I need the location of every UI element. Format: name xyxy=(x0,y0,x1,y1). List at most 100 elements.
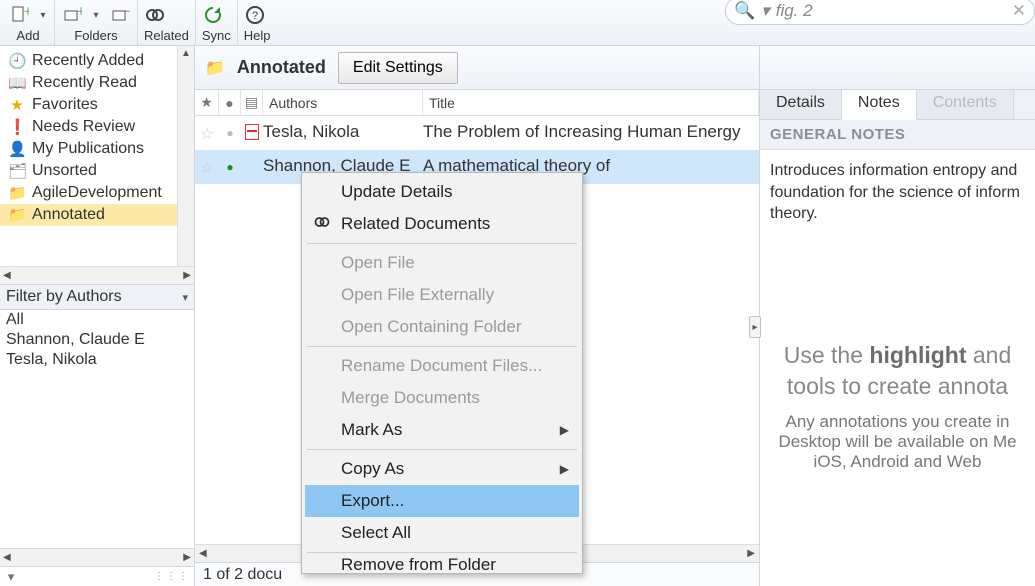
search-box[interactable]: 🔍 ▾ fig. 2 ✕ xyxy=(725,0,1035,25)
row-star-icon[interactable]: ☆ xyxy=(195,156,219,178)
sidebar-item-recently-added[interactable]: 🕘 Recently Added xyxy=(0,50,194,72)
folder-icon: 📁 xyxy=(8,206,26,224)
column-headers: ★ ● ▤ Authors Title xyxy=(195,90,759,116)
col-doc[interactable]: ▤ xyxy=(241,90,263,115)
edit-settings-button[interactable]: Edit Settings xyxy=(338,52,458,84)
filter-list: All Shannon, Claude E Tesla, Nikola ◀▶ xyxy=(0,310,194,566)
folder-add-icon[interactable]: ＋ xyxy=(61,4,83,26)
row-author: Tesla, Nikola xyxy=(263,122,423,142)
related-icon xyxy=(311,213,333,236)
search-clear-icon[interactable]: ✕ xyxy=(1012,1,1026,21)
sidebar-item-unsorted[interactable]: 🗂 Unsorted xyxy=(0,160,194,182)
svg-text:＋: ＋ xyxy=(76,7,82,18)
toolbar-group-folders: ＋ ▾ － Folders xyxy=(55,0,138,45)
col-authors[interactable]: Authors xyxy=(263,90,423,115)
toolbar-group-help: ? Help xyxy=(238,0,277,45)
folder-header: 📁 Annotated Edit Settings xyxy=(195,46,759,90)
context-menu: Update Details Related Documents Open Fi… xyxy=(301,172,583,574)
dropdown-icon: ▾ xyxy=(182,291,188,304)
main-toolbar: ＋ ▾ Add ＋ ▾ － Folders Related xyxy=(0,0,1035,46)
book-icon: 📖 xyxy=(8,74,26,92)
tab-contents[interactable]: Contents xyxy=(917,90,1014,119)
tray-icon: 🗂 xyxy=(8,162,26,180)
add-file-icon[interactable]: ＋ xyxy=(8,4,30,26)
general-notes-body[interactable]: Introduces information entropy and found… xyxy=(760,150,1035,330)
sidebar-item-favorites[interactable]: ★ Favorites xyxy=(0,94,194,116)
svg-text:＋: ＋ xyxy=(23,7,29,18)
filter-hscrollbar[interactable]: ◀▶ xyxy=(0,548,194,566)
row-pdf-icon[interactable] xyxy=(241,122,263,143)
sidebar-item-label: My Publications xyxy=(32,140,144,158)
col-star[interactable]: ★ xyxy=(195,90,219,115)
filter-header[interactable]: Filter by Authors ▾ xyxy=(0,284,194,310)
panel-collapse-icon[interactable]: ▸ xyxy=(749,316,761,338)
details-panel: Details Notes Contents GENERAL NOTES Int… xyxy=(760,46,1035,586)
toolbar-label-help: Help xyxy=(244,28,271,43)
ctx-open-containing-folder: Open Containing Folder xyxy=(305,311,579,343)
person-icon: 👤 xyxy=(8,140,26,158)
sidebar-hscrollbar[interactable]: ◀▶ xyxy=(0,266,194,284)
tab-notes[interactable]: Notes xyxy=(842,90,917,120)
ctx-label: Remove from Folder xyxy=(341,556,496,570)
sidebar-vscrollbar[interactable]: ▲ xyxy=(177,46,194,266)
related-icon[interactable] xyxy=(144,4,166,26)
promo-text: tools to create annota xyxy=(787,373,1008,399)
promo-text: iOS, Android and Web xyxy=(770,452,1025,472)
add-dropdown-icon[interactable]: ▾ xyxy=(38,10,48,21)
sidebar-item-agile[interactable]: 📁 AgileDevelopment xyxy=(0,182,194,204)
col-title[interactable]: Title xyxy=(423,90,759,115)
help-icon[interactable]: ? xyxy=(244,4,266,26)
sidebar-item-label: AgileDevelopment xyxy=(32,184,162,202)
sync-icon[interactable] xyxy=(202,4,224,26)
ctx-merge-documents: Merge Documents xyxy=(305,382,579,414)
folder-dropdown-icon[interactable]: ▾ xyxy=(91,10,101,21)
sidebar-item-annotated[interactable]: 📁 Annotated xyxy=(0,204,194,226)
sidebar-item-recently-read[interactable]: 📖 Recently Read xyxy=(0,72,194,94)
row-read-icon[interactable]: ● xyxy=(219,156,241,174)
sidebar-item-label: Recently Added xyxy=(32,52,144,70)
sidebar-item-label: Recently Read xyxy=(32,74,137,92)
ctx-label: Copy As xyxy=(341,459,404,479)
folder-remove-icon[interactable]: － xyxy=(109,4,131,26)
toolbar-label-add: Add xyxy=(8,28,48,43)
sidebar-item-my-publications[interactable]: 👤 My Publications xyxy=(0,138,194,160)
filter-row-author[interactable]: Shannon, Claude E xyxy=(0,330,194,350)
ctx-export[interactable]: Export... xyxy=(305,485,579,517)
ctx-select-all[interactable]: Select All xyxy=(305,517,579,549)
ctx-update-details[interactable]: Update Details xyxy=(305,176,579,208)
alert-icon: ❗ xyxy=(8,118,26,136)
search-icon: 🔍 xyxy=(734,1,755,21)
toolbar-label-related: Related xyxy=(144,28,189,43)
svg-text:?: ? xyxy=(252,10,258,22)
promo-text: Any annotations you create in xyxy=(770,412,1025,432)
sidebar-item-label: Unsorted xyxy=(32,162,97,180)
tab-details[interactable]: Details xyxy=(760,90,842,119)
general-notes-header: GENERAL NOTES xyxy=(760,120,1035,150)
toolbar-group-add: ＋ ▾ Add xyxy=(2,0,55,45)
promo-text: highlight xyxy=(869,342,966,368)
funnel-icon[interactable]: ▾ xyxy=(0,569,22,585)
filter-header-label: Filter by Authors xyxy=(6,288,122,306)
ctx-related-documents[interactable]: Related Documents xyxy=(305,208,579,240)
sidebar-item-label: Needs Review xyxy=(32,118,135,136)
table-row[interactable]: ☆ ● Tesla, Nikola The Problem of Increas… xyxy=(195,116,759,150)
ctx-mark-as[interactable]: Mark As ▶ xyxy=(305,414,579,446)
star-icon: ★ xyxy=(8,96,26,114)
col-read[interactable]: ● xyxy=(219,90,241,115)
ctx-open-file: Open File xyxy=(305,247,579,279)
filter-row-author[interactable]: Tesla, Nikola xyxy=(0,350,194,370)
resize-grip-icon[interactable]: ⋮⋮⋮ xyxy=(22,571,194,582)
toolbar-label-sync: Sync xyxy=(202,28,231,43)
folder-icon: 📁 xyxy=(8,184,26,202)
row-read-icon[interactable]: ● xyxy=(219,122,241,140)
row-star-icon[interactable]: ☆ xyxy=(195,122,219,144)
sidebar-item-needs-review[interactable]: ❗ Needs Review xyxy=(0,116,194,138)
folder-icon: 📁 xyxy=(205,58,225,78)
ctx-copy-as[interactable]: Copy As ▶ xyxy=(305,453,579,485)
folder-name: Annotated xyxy=(237,57,326,78)
sidebar-footer: ▾ ⋮⋮⋮ xyxy=(0,566,194,586)
ctx-remove-from-folder[interactable]: Remove from Folder xyxy=(305,556,579,570)
submenu-arrow-icon: ▶ xyxy=(560,423,569,437)
row-title: The Problem of Increasing Human Energy xyxy=(423,122,759,142)
filter-row-all[interactable]: All xyxy=(0,310,194,330)
